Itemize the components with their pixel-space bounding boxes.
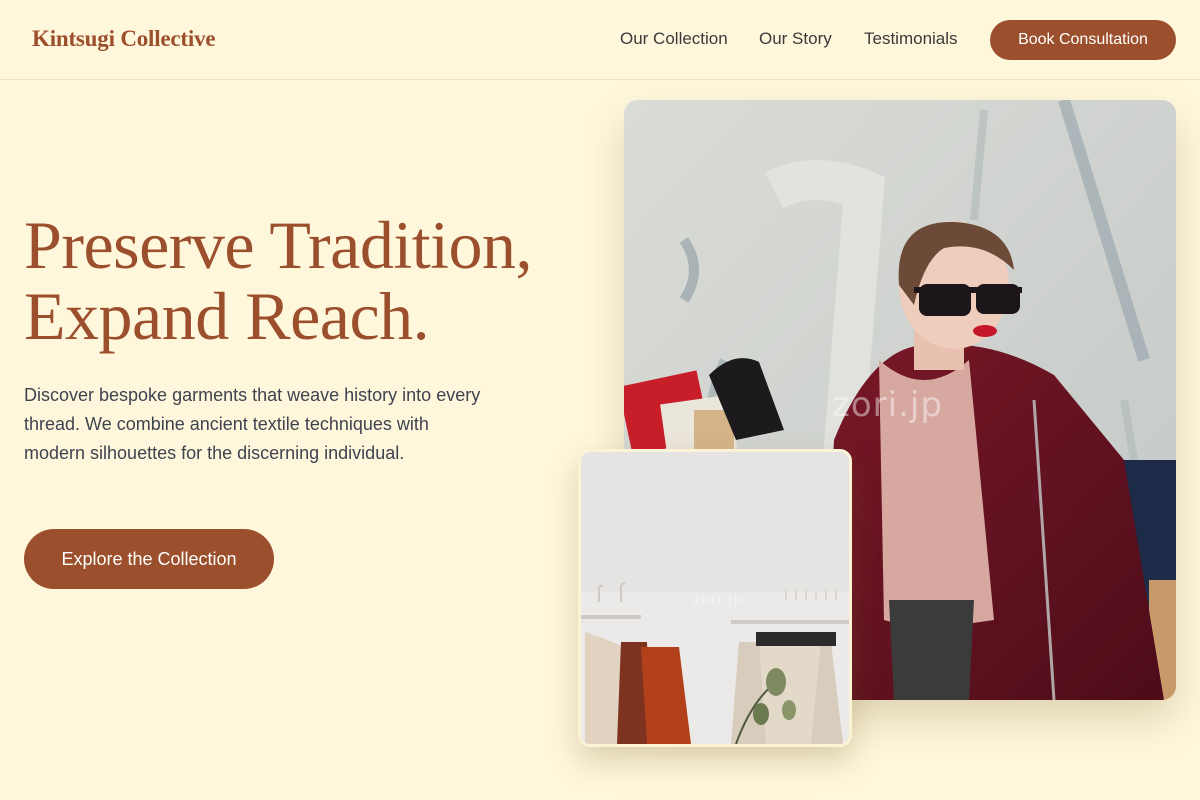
- top-nav: Kintsugi Collective Our Collection Our S…: [0, 0, 1200, 80]
- book-consultation-button[interactable]: Book Consultation: [990, 20, 1176, 60]
- hero-description: Discover bespoke garments that weave his…: [24, 385, 481, 463]
- brand-logo[interactable]: Kintsugi Collective: [32, 26, 216, 52]
- hero-title-line-2: Expand Reach.: [24, 278, 430, 354]
- explore-collection-button[interactable]: Explore the Collection: [24, 529, 274, 589]
- nav-link-our-collection[interactable]: Our Collection: [620, 29, 728, 49]
- secondary-image-watermark: zori.jp: [693, 592, 743, 608]
- main-image-watermark: zori.jp: [832, 385, 943, 425]
- nav-link-testimonials[interactable]: Testimonials: [864, 29, 958, 49]
- hero-title-line-1: Preserve Tradition,: [24, 207, 533, 283]
- hero-secondary-image: zori.jp: [578, 449, 852, 747]
- nav-link-our-story[interactable]: Our Story: [759, 29, 832, 49]
- hero-title: Preserve Tradition, Expand Reach.: [24, 207, 533, 354]
